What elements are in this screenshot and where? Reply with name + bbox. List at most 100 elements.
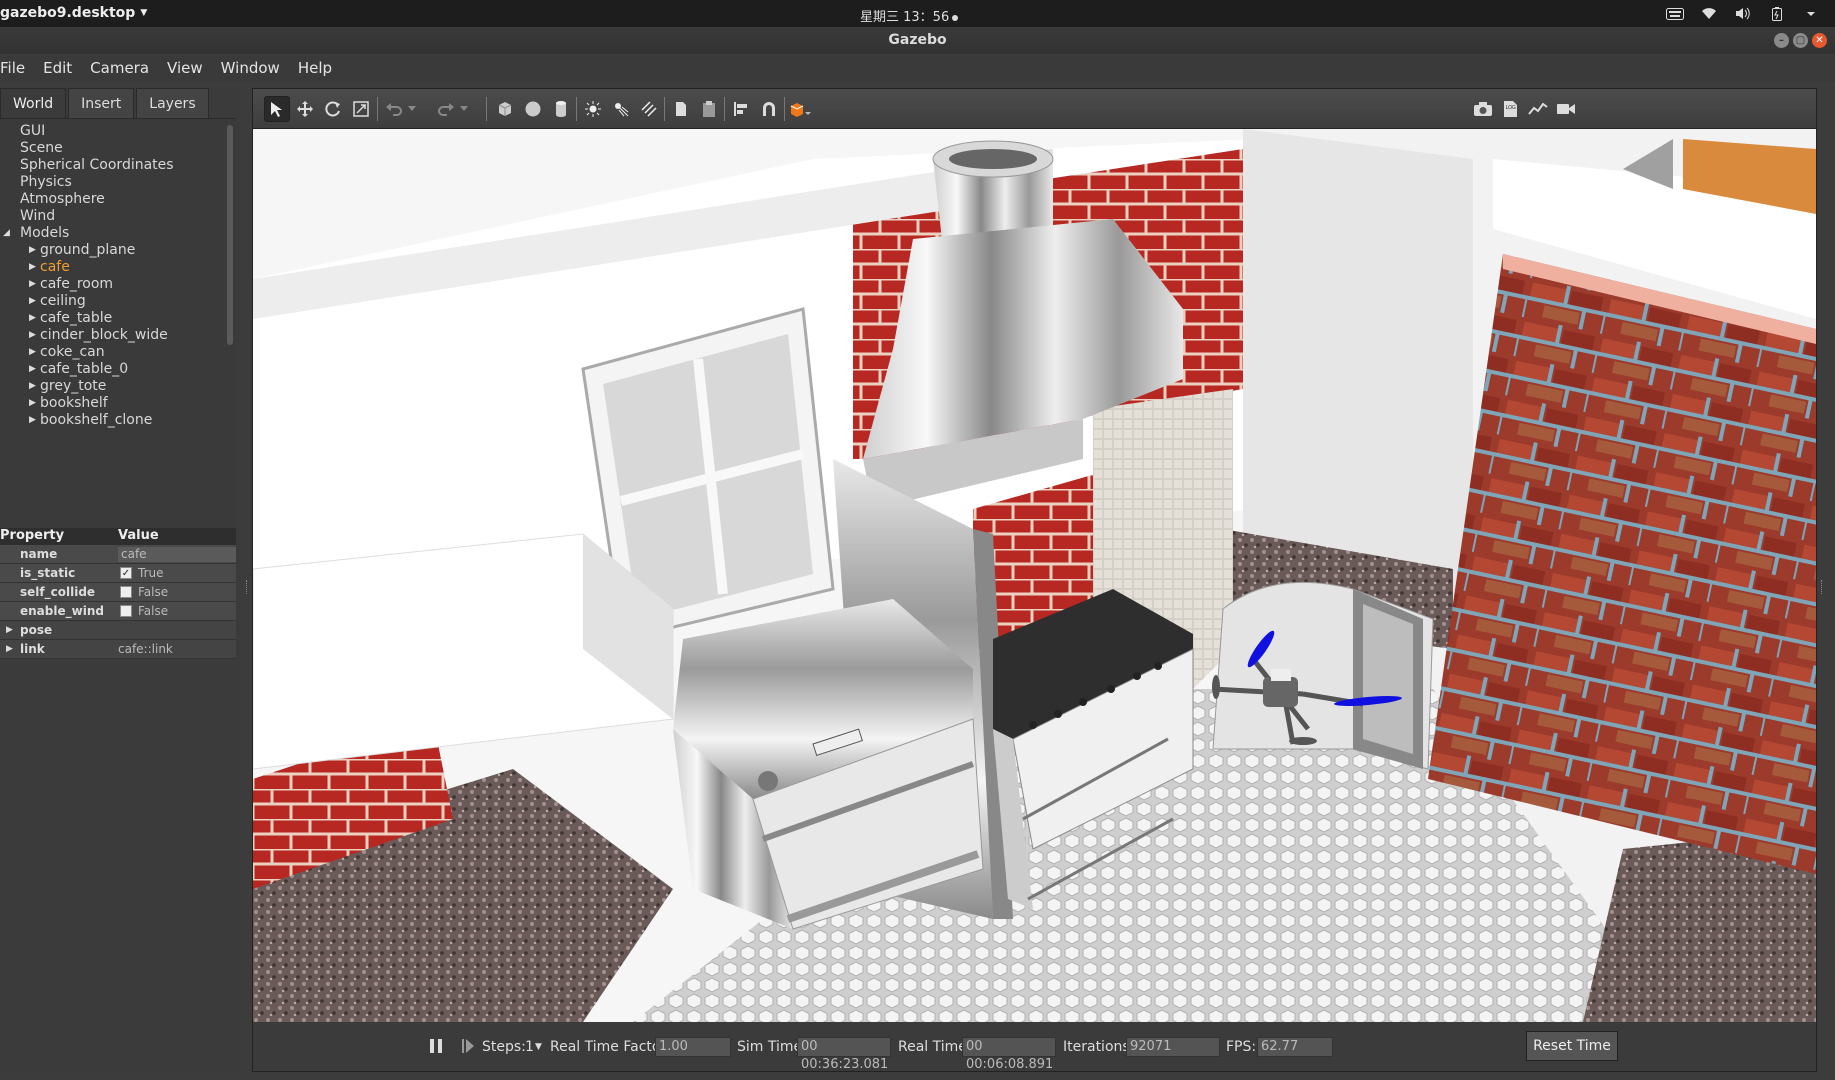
reset-time-button[interactable]: Reset Time — [1526, 1031, 1618, 1061]
property-group-pose[interactable]: ▶ pose — [0, 621, 236, 640]
tree-item-spherical-coordinates[interactable]: Spherical Coordinates — [20, 157, 174, 174]
redo-icon[interactable] — [433, 96, 459, 122]
tree-model-cafe-table[interactable]: ▶ cafe_table — [29, 310, 112, 327]
scale-icon[interactable] — [348, 96, 374, 122]
menu-edit[interactable]: Edit — [34, 54, 81, 82]
tree-model-ground-plane[interactable]: ▶ ground_plane — [29, 242, 135, 259]
tree-item-models[interactable]: ◢ Models — [3, 225, 70, 242]
steps-value[interactable]: 1 — [525, 1037, 534, 1057]
tree-model-bookshelf-clone[interactable]: ▶ bookshelf_clone — [29, 412, 152, 429]
align-icon[interactable] — [728, 96, 754, 122]
undo-icon[interactable] — [381, 96, 407, 122]
tree-scrollbar[interactable] — [227, 125, 233, 345]
app-menu-label: gazebo9.desktop — [0, 5, 136, 21]
select-arrow-icon[interactable] — [264, 96, 290, 122]
tree-model-ceiling[interactable]: ▶ ceiling — [29, 293, 86, 310]
paste-icon[interactable] — [696, 96, 722, 122]
tree-item-gui[interactable]: GUI — [20, 123, 45, 140]
tree-item-physics[interactable]: Physics — [20, 174, 72, 191]
tree-model-cafe-table-0[interactable]: ▶ cafe_table_0 — [29, 361, 128, 378]
expand-right-icon[interactable]: ▶ — [29, 344, 36, 361]
expand-right-icon[interactable]: ▶ — [0, 625, 20, 635]
box-shape-icon[interactable] — [492, 96, 518, 122]
view-angle-icon[interactable] — [788, 96, 814, 122]
clock-label: 星期三 13：56 — [860, 10, 950, 25]
log-icon[interactable]: LOG — [1497, 96, 1523, 122]
maximize-icon[interactable]: ▢ — [1793, 33, 1808, 48]
tree-item-scene[interactable]: Scene — [20, 140, 63, 157]
enable-wind-checkbox[interactable] — [120, 605, 132, 617]
sphere-shape-icon[interactable] — [520, 96, 546, 122]
kitchen-scene — [253, 129, 1816, 1022]
keyboard-icon[interactable] — [1665, 7, 1685, 21]
expand-right-icon[interactable]: ▶ — [29, 259, 36, 276]
undo-history-icon[interactable] — [405, 96, 419, 122]
close-icon[interactable]: ✕ — [1812, 33, 1827, 48]
tree-model-label: coke_can — [40, 344, 105, 360]
rotate-icon[interactable] — [320, 96, 346, 122]
copy-icon[interactable] — [668, 96, 694, 122]
name-field[interactable]: cafe — [118, 546, 236, 562]
wifi-icon[interactable] — [1699, 7, 1719, 21]
tree-model-cinder-block-wide[interactable]: ▶ cinder_block_wide — [29, 327, 168, 344]
right-splitter[interactable] — [1821, 580, 1824, 594]
volume-icon[interactable] — [1733, 7, 1753, 21]
expand-right-icon[interactable]: ▶ — [29, 395, 36, 412]
tree-model-cafe[interactable]: ▶ cafe — [29, 259, 70, 276]
spot-light-icon[interactable] — [608, 96, 634, 122]
translate-icon[interactable] — [292, 96, 318, 122]
panel-splitter[interactable] — [246, 580, 249, 594]
tab-insert[interactable]: Insert — [68, 88, 135, 118]
tree-model-cafe-room[interactable]: ▶ cafe_room — [29, 276, 113, 293]
tree-item-atmosphere[interactable]: Atmosphere — [20, 191, 105, 208]
steps-dropdown-icon[interactable]: ▼ — [535, 1037, 542, 1057]
left-tabs: World Insert Layers — [0, 88, 211, 118]
expand-right-icon[interactable]: ▶ — [29, 310, 36, 327]
menu-file[interactable]: File — [0, 54, 34, 82]
tree-model-coke-can[interactable]: ▶ coke_can — [29, 344, 105, 361]
expand-right-icon[interactable]: ▶ — [29, 293, 36, 310]
expand-down-icon[interactable]: ◢ — [3, 225, 10, 242]
is-static-value: True — [138, 566, 164, 580]
expand-right-icon[interactable]: ▶ — [29, 412, 36, 429]
expand-right-icon[interactable]: ▶ — [29, 361, 36, 378]
tree-model-grey-tote[interactable]: ▶ grey_tote — [29, 378, 106, 395]
tab-world[interactable]: World — [0, 88, 67, 118]
is-static-checkbox[interactable]: ✓ — [120, 567, 132, 579]
expand-right-icon[interactable]: ▶ — [29, 242, 36, 259]
battery-icon[interactable] — [1767, 6, 1787, 21]
iterations-label: Iterations: — [1063, 1039, 1135, 1055]
property-label: enable_wind — [20, 604, 104, 618]
directional-light-icon[interactable] — [636, 96, 662, 122]
menu-camera[interactable]: Camera — [81, 54, 158, 82]
property-group-link[interactable]: ▶ link cafe::link — [0, 640, 236, 659]
point-light-icon[interactable] — [580, 96, 606, 122]
tree-model-bookshelf[interactable]: ▶ bookshelf — [29, 395, 108, 412]
tab-layers[interactable]: Layers — [136, 88, 209, 118]
window-title-bar: Gazebo – ▢ ✕ — [0, 27, 1835, 54]
tree-item-wind[interactable]: Wind — [20, 208, 55, 225]
video-record-icon[interactable] — [1553, 96, 1579, 122]
expand-right-icon[interactable]: ▶ — [29, 378, 36, 395]
plot-icon[interactable] — [1525, 96, 1551, 122]
app-menu[interactable]: gazebo9.desktop ▼ — [0, 5, 147, 21]
3d-viewport[interactable] — [253, 129, 1816, 1022]
step-forward-icon[interactable] — [455, 1033, 481, 1059]
pause-icon[interactable] — [423, 1033, 449, 1059]
cylinder-shape-icon[interactable] — [548, 96, 574, 122]
self-collide-checkbox[interactable] — [120, 586, 132, 598]
menu-help[interactable]: Help — [289, 54, 341, 82]
tree-item-models-label: Models — [20, 225, 70, 241]
expand-right-icon[interactable]: ▶ — [0, 644, 20, 654]
screenshot-camera-icon[interactable] — [1470, 96, 1496, 122]
expand-right-icon[interactable]: ▶ — [29, 327, 36, 344]
minimize-icon[interactable]: – — [1774, 33, 1789, 48]
expand-right-icon[interactable]: ▶ — [29, 276, 36, 293]
menu-window[interactable]: Window — [212, 54, 289, 82]
redo-history-icon[interactable] — [457, 96, 471, 122]
clock[interactable]: 星期三 13：56 — [860, 6, 959, 25]
snap-magnet-icon[interactable] — [756, 96, 782, 122]
menu-view[interactable]: View — [158, 54, 212, 82]
property-row-enable-wind: enable_wind False — [0, 602, 236, 621]
power-menu-icon[interactable] — [1801, 7, 1821, 21]
